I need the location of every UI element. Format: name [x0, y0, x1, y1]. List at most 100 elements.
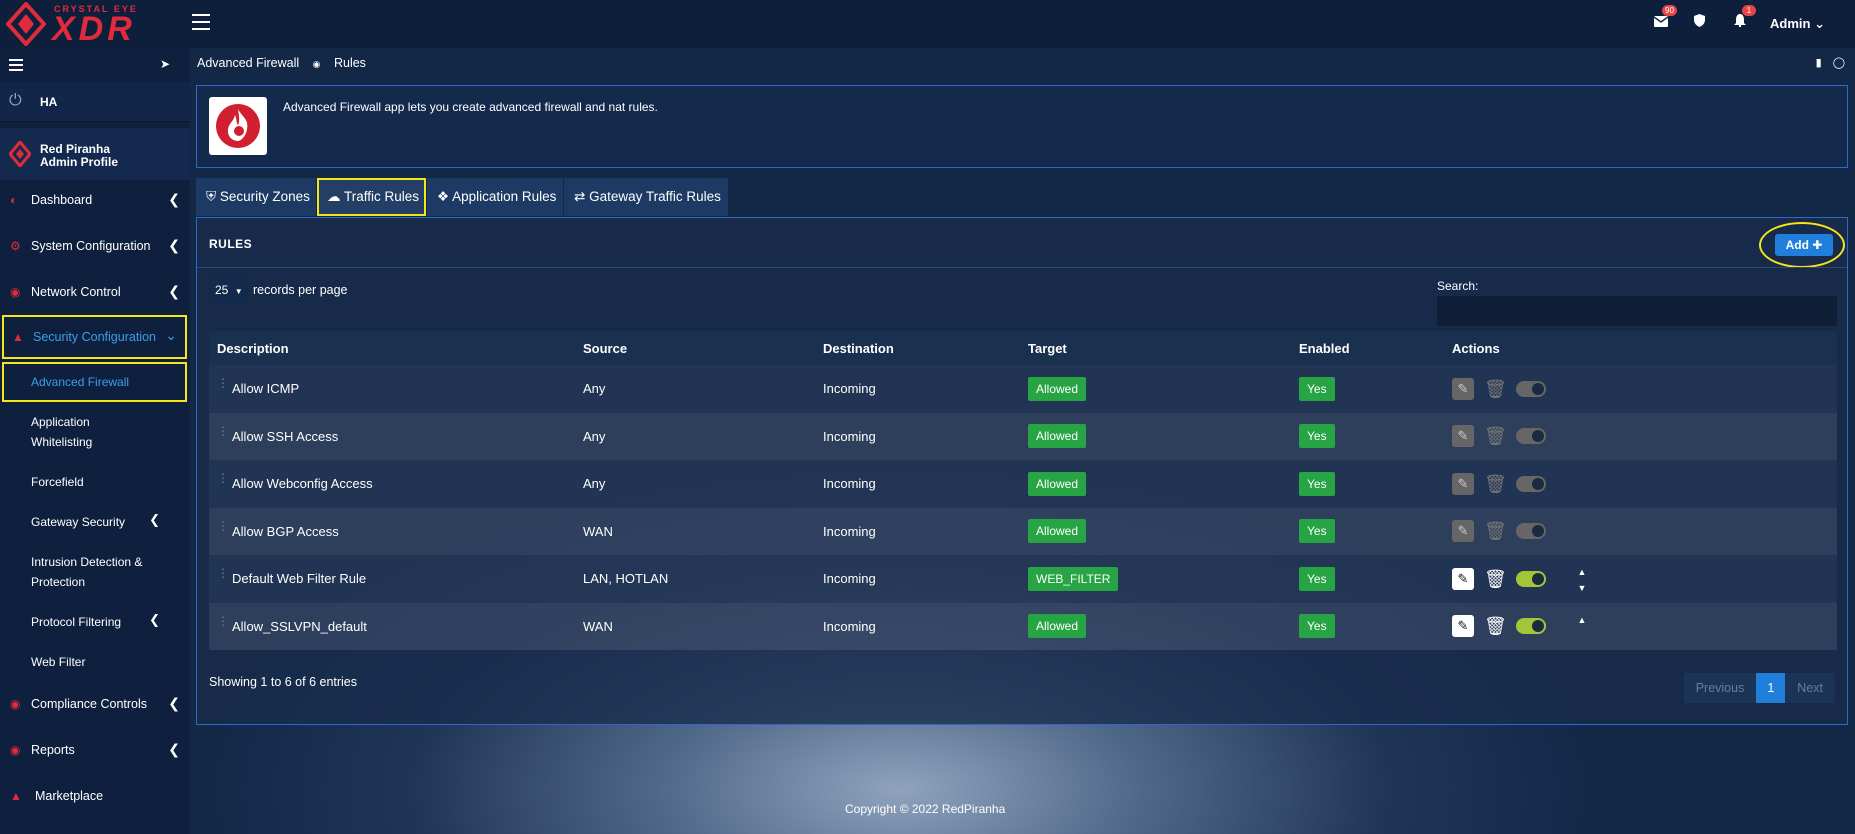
pagination-page[interactable]: 1 [1756, 673, 1786, 703]
edit-icon[interactable]: ✎ [1452, 472, 1474, 495]
rule-source: Any [575, 460, 815, 508]
drag-handle-icon[interactable]: ⋮ [217, 519, 229, 533]
top-header: CRYSTAL EYE XDR 90 1 Admin ⌄ [0, 0, 1855, 48]
tab-traffic-rules[interactable]: ☁ Traffic Rules [317, 178, 426, 216]
rule-destination: Incoming [815, 365, 1020, 413]
drag-handle-icon[interactable]: ⋮ [217, 614, 229, 628]
page-length-select[interactable]: 25 ▼ [209, 277, 249, 303]
enable-toggle[interactable] [1516, 475, 1546, 492]
rule-destination: Incoming [815, 507, 1020, 555]
edit-icon[interactable]: ✎ [1452, 377, 1474, 400]
rules-panel: RULES Add ✚ 25 ▼ records per page Search… [196, 217, 1848, 725]
reports-icon: ◉ [10, 743, 21, 757]
user-menu[interactable]: Admin ⌄ [1770, 16, 1825, 32]
trash-icon[interactable]: 🗑 [1484, 425, 1507, 447]
move-up-icon[interactable]: ▲ [1578, 565, 1587, 579]
sidebar-item-system-configuration[interactable]: ⚙ System Configuration ❮ [0, 226, 190, 266]
pagination-next[interactable]: Next [1785, 673, 1835, 703]
target-badge: Allowed [1028, 376, 1087, 401]
user-profile[interactable]: Red Piranha Admin Profile [0, 128, 190, 180]
sidebar-subitem-intrusion-detection[interactable]: Intrusion Detection & Protection [0, 552, 190, 592]
tab-label: Security Zones [219, 189, 310, 204]
drag-handle-icon[interactable]: ⋮ [217, 424, 229, 438]
toggle-icon[interactable]: ◯ [1833, 57, 1845, 69]
edit-icon[interactable]: ✎ [1452, 425, 1474, 448]
sidebar-subitem-gateway-security[interactable]: Gateway Security ❮ [0, 512, 190, 532]
column-header[interactable]: Enabled [1291, 331, 1444, 365]
sidebar-item-reports[interactable]: ◉ Reports ❮ [0, 730, 190, 770]
sidebar-subitem-forcefield[interactable]: Forcefield [0, 472, 190, 492]
logo-title: XDR [52, 10, 136, 48]
table-row: ⋮ Allow SSH Access Any Incoming Allowed Y… [209, 412, 1837, 460]
move-down-icon[interactable]: ▼ [1578, 581, 1587, 595]
drag-handle-icon[interactable]: ⋮ [217, 566, 229, 580]
column-header: Actions [1444, 331, 1837, 365]
drag-handle-icon[interactable]: ⋮ [217, 471, 229, 485]
chevron-down-icon: ⌄ [1814, 16, 1825, 31]
table-row: ⋮ Allow BGP Access WAN Incoming Allowed Y… [209, 507, 1837, 555]
menu-toggle-icon[interactable] [192, 14, 210, 30]
sidebar-subitem-web-filter[interactable]: Web Filter [0, 652, 190, 672]
trash-icon[interactable]: 🗑 [1484, 520, 1507, 542]
sidebar-item-label: Reports [31, 743, 75, 757]
rule-source: Any [575, 365, 815, 413]
edit-icon[interactable]: ✎ [1452, 520, 1474, 543]
sidebar-item-label: Compliance Controls [31, 697, 148, 711]
sidebar-item-compliance-controls[interactable]: ◉ Compliance Controls ❮ [0, 684, 190, 724]
tab-application-rules[interactable]: ❖ Application Rules [427, 178, 563, 216]
breadcrumb-parent[interactable]: Advanced Firewall [197, 56, 299, 70]
sidebar-item-security-configuration[interactable]: ▲ Security Configuration ⌄ [2, 315, 187, 359]
trash-icon[interactable]: 🗑 [1484, 615, 1507, 637]
column-header[interactable]: Description [209, 331, 575, 365]
sidebar-subitem-advanced-firewall[interactable]: Advanced Firewall [2, 362, 187, 402]
pagination-previous[interactable]: Previous [1683, 673, 1757, 703]
trash-icon[interactable]: 🗑 [1484, 473, 1507, 495]
enable-toggle[interactable] [1516, 428, 1546, 445]
sidebar-item-label: Network Control [31, 285, 121, 299]
gear-icon: ⚙ [10, 239, 21, 253]
sidebar-item-network-control[interactable]: ◉ Network Control ❮ [0, 272, 190, 312]
column-header[interactable]: Source [575, 331, 815, 365]
tab-security-zones[interactable]: ⛨ Security Zones [196, 178, 316, 216]
trash-icon[interactable]: 🗑 [1484, 568, 1507, 590]
sidebar-menu-icon[interactable] [9, 59, 23, 74]
column-header[interactable]: Target [1020, 331, 1291, 365]
ha-label: HA [40, 95, 58, 109]
rule-source: WAN [575, 602, 815, 650]
sidebar-item-label: Dashboard [31, 193, 93, 207]
add-rule-button[interactable]: Add ✚ [1775, 234, 1833, 256]
edit-icon[interactable]: ✎ [1452, 615, 1474, 638]
plus-icon: ✚ [1812, 238, 1823, 252]
tab-label: Traffic Rules [344, 189, 420, 204]
cubes-icon: ❖ [437, 189, 450, 204]
column-header[interactable]: Destination [815, 331, 1020, 365]
sign-out-icon[interactable]: ➤ [160, 57, 170, 71]
crystal-eye-logo[interactable]: CRYSTAL EYE XDR [6, 2, 166, 48]
sidebar-item-ha[interactable]: ⏻ HA [0, 82, 190, 122]
mail-icon[interactable]: 90 [1653, 5, 1677, 30]
enable-toggle[interactable] [1516, 618, 1546, 635]
bell-icon[interactable]: 1 [1734, 5, 1756, 30]
enable-toggle[interactable] [1516, 380, 1546, 397]
cart-icon: ▲ [10, 789, 22, 803]
move-up-icon[interactable]: ▲ [1578, 613, 1587, 627]
trash-icon[interactable]: 🗑 [1484, 378, 1507, 400]
sidebar-subitem-protocol-filtering[interactable]: Protocol Filtering ❮ [0, 612, 190, 632]
exchange-icon: ⇄ [574, 189, 586, 204]
shield-icon[interactable] [1694, 14, 1705, 30]
sidebar-item-dashboard[interactable]: ◐ Dashboard ❮ [0, 180, 190, 220]
sidebar-subitem-label: Protocol Filtering [31, 615, 122, 629]
search-input[interactable] [1437, 296, 1837, 326]
enable-toggle[interactable] [1516, 523, 1546, 540]
rule-destination: Incoming [815, 555, 1020, 603]
rule-destination: Incoming [815, 412, 1020, 460]
sidebar-subitem-application-whitelisting[interactable]: Application Whitelisting [0, 412, 190, 452]
book-icon[interactable]: ▮ [1816, 57, 1822, 69]
table-header: Description Source Destination Target En… [209, 331, 1837, 365]
tab-gateway-traffic-rules[interactable]: ⇄ Gateway Traffic Rules [564, 178, 728, 216]
edit-icon[interactable]: ✎ [1452, 567, 1474, 590]
sidebar-item-marketplace[interactable]: ▲ Marketplace [0, 776, 190, 816]
breadcrumb-separator-icon: ◉ [312, 59, 321, 69]
enable-toggle[interactable] [1516, 570, 1546, 587]
drag-handle-icon[interactable]: ⋮ [217, 376, 229, 390]
